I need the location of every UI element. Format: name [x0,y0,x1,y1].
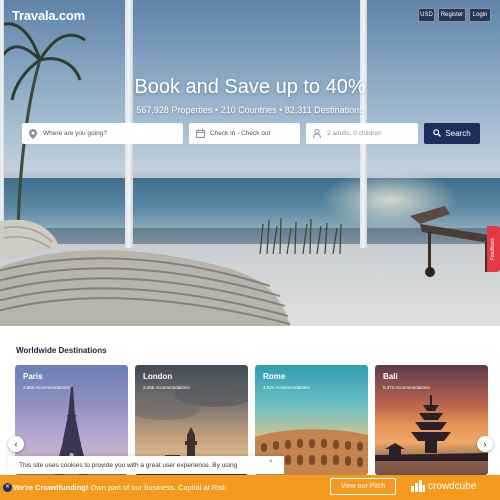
date-range-input[interactable]: Check in - Check out [189,123,300,144]
destination-accommodations: 2,455 Accommodations [143,385,190,390]
destination-name: London [143,372,173,381]
crowdcube-icon [411,480,425,492]
window-frame-left [0,0,4,248]
register-button[interactable]: Register [438,8,466,22]
destination-input[interactable]: Where are you going? [22,123,183,144]
carousel-next-button[interactable]: › [477,436,493,452]
user-icon [312,128,322,139]
lounge-chair-image [410,206,495,277]
destination-accommodations: 2,603 Accommodations [23,385,70,390]
destination-accommodations: 4,631 Accommodations [263,385,310,390]
hero-banner: Travala.com USD Register Login Book and … [0,0,500,326]
search-button[interactable]: Search [424,123,480,144]
section-title: Worldwide Destinations [16,346,107,355]
guests-value: 2 adults, 0 children [327,130,382,137]
date-range-value: Check in - Check out [210,130,271,137]
close-icon[interactable]: ✕ [3,483,12,492]
destination-name: Bali [383,372,398,381]
currency-button[interactable]: USD [418,8,435,22]
bed-image [0,219,290,326]
hero-title: Book and Save up to 40% [134,76,366,98]
crowdfunding-text: We're Crowdfunding! Own part of our busi… [13,483,226,492]
view-pitch-button[interactable]: View our Pitch [330,478,396,495]
destination-name: Rome [263,372,286,381]
cookie-close-icon[interactable]: × [269,459,273,465]
location-pin-icon [28,128,38,139]
search-button-label: Search [445,129,471,138]
bali-temple-image [375,395,488,475]
cookie-banner: This site uses cookies to provide you wi… [8,456,284,474]
login-button[interactable]: Login [469,8,491,22]
crowdfunding-message: Own part of our business. Capital at Ris… [88,483,227,492]
search-icon [433,128,442,139]
cookie-text: This site uses cookies to provide you wi… [19,461,238,469]
crowdcube-brand: crowdcube [428,480,477,492]
crowdcube-logo[interactable]: crowdcube [411,480,476,492]
destination-accommodations: 5,372 Accommodations [383,385,430,390]
destination-placeholder: Where are you going? [43,130,107,137]
crowdfunding-highlight: We're Crowdfunding! [13,483,89,492]
feedback-tab[interactable]: Feedback [487,226,500,272]
carousel-prev-button[interactable]: ‹ [8,436,24,452]
palm-tree-image [0,22,86,230]
chevron-left-icon: ‹ [14,439,18,449]
guests-input[interactable]: 2 adults, 0 children [306,123,418,144]
destination-name: Paris [23,372,43,381]
chevron-right-icon: › [483,439,487,449]
calendar-icon [195,128,205,139]
logo[interactable]: Travala.com [12,8,85,23]
hero-subtitle: 567,928 Properties • 210 Countries • 82,… [136,105,364,115]
destination-card-bali[interactable]: Bali 5,372 Accommodations [375,365,488,475]
